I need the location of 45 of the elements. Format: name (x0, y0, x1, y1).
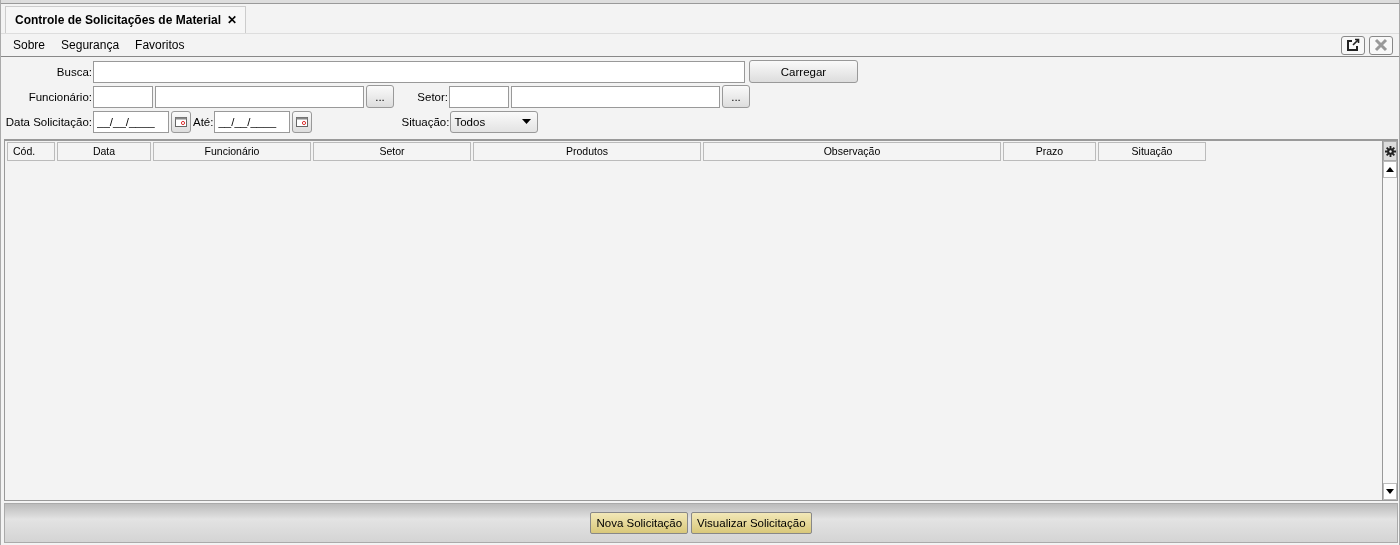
field-label: Até: (193, 115, 215, 128)
column-header[interactable]: Funcionário (153, 142, 311, 161)
date-field[interactable]: __/__/____ (93, 110, 169, 133)
close-icon (1374, 38, 1388, 52)
tab[interactable]: Controle de Solicitações de Material ✕ (5, 6, 246, 33)
field-label: Setor: (416, 90, 449, 103)
calendar-icon (175, 116, 187, 127)
column-header[interactable]: Produtos (473, 142, 701, 161)
code-field[interactable] (93, 85, 153, 108)
menu-item[interactable]: Favoritos (135, 38, 185, 52)
action-button[interactable]: Nova Solicitação (590, 512, 689, 534)
field-label: Situação: (400, 115, 451, 128)
external-link-icon (1346, 38, 1360, 52)
column-header[interactable]: Data (57, 142, 151, 161)
lookup-button[interactable]: ... (366, 85, 394, 108)
calendar-button[interactable] (171, 110, 191, 133)
name-field[interactable] (155, 85, 364, 108)
load-button[interactable]: Carregar (749, 60, 858, 83)
scroll-down-button[interactable] (1383, 483, 1397, 500)
settings-button[interactable] (1383, 141, 1397, 161)
column-header[interactable]: Prazo (1003, 142, 1096, 161)
search-field[interactable] (93, 60, 745, 83)
column-header[interactable]: Situação (1098, 142, 1206, 161)
menu-item[interactable]: Sobre (13, 38, 46, 52)
lookup-button[interactable]: ... (722, 85, 750, 108)
menu-item[interactable]: Segurança (61, 38, 120, 52)
caret-icon (522, 119, 532, 124)
field-label: Funcionário: (27, 90, 93, 103)
code-field[interactable] (449, 85, 509, 108)
column-header[interactable]: Cód. (7, 142, 55, 161)
date-field[interactable]: __/__/____ (214, 110, 291, 133)
calendar-button[interactable] (292, 110, 313, 133)
field-label: Data Solicitação: (4, 115, 93, 128)
calendar-icon (296, 116, 309, 127)
down-arrow-icon (1386, 489, 1394, 494)
column-header[interactable]: Observação (703, 142, 1001, 161)
close-icon[interactable]: ✕ (227, 13, 238, 27)
popout-button[interactable] (1341, 35, 1365, 55)
column-header[interactable]: Setor (313, 142, 471, 161)
action-button[interactable]: Visualizar Solicitação (691, 512, 812, 534)
field-label: Busca: (55, 65, 93, 78)
up-arrow-icon (1386, 167, 1394, 172)
scroll-up-button[interactable] (1383, 161, 1397, 178)
status-dropdown[interactable]: Todos (450, 110, 539, 133)
name-field[interactable] (511, 85, 720, 108)
